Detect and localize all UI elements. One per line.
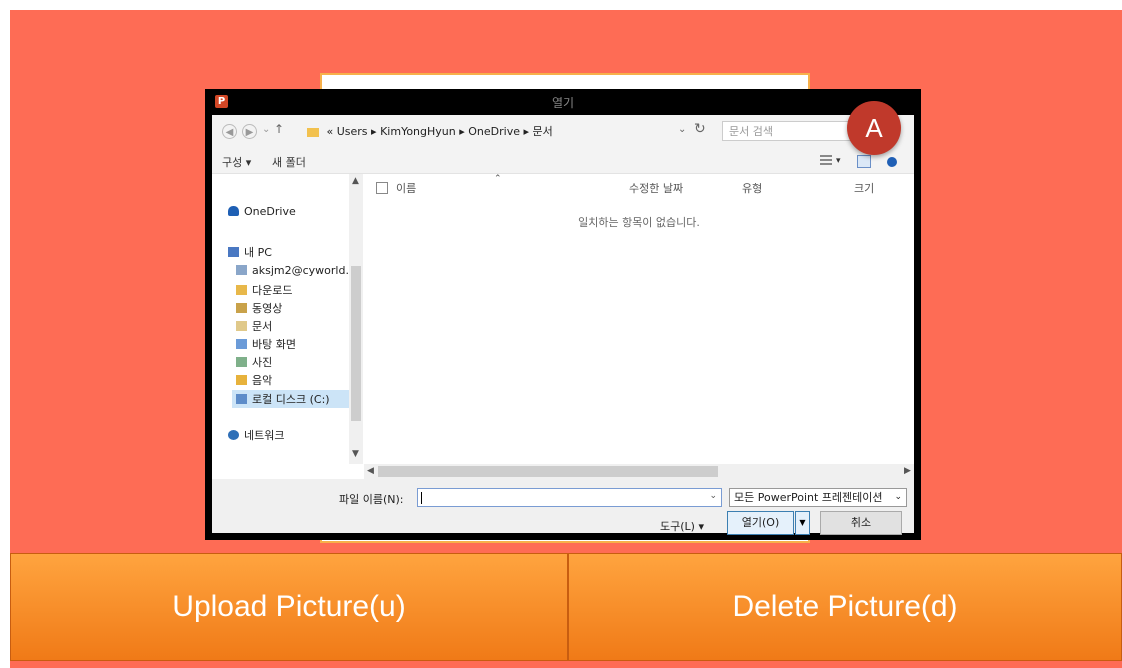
text-caret xyxy=(421,492,422,504)
nav-onedrive[interactable]: OneDrive xyxy=(228,205,296,218)
nav-network[interactable]: 네트워크 xyxy=(228,427,284,443)
file-list: 이름 ⌃ 수정한 날짜 유형 크기 일치하는 항목이 없습니다. xyxy=(364,174,914,464)
picture-folder-icon xyxy=(236,357,247,367)
address-segment[interactable]: OneDrive xyxy=(468,125,520,138)
nav-scrollbar[interactable]: ▲ ▼ xyxy=(349,174,363,464)
disk-icon xyxy=(236,394,247,404)
preview-pane-icon[interactable] xyxy=(857,155,871,168)
recent-chevron-icon[interactable]: ⌄ xyxy=(262,124,270,135)
nav-label: 로컬 디스크 (C:) xyxy=(252,393,330,406)
address-bar[interactable]: « Users ▸ KimYongHyun ▸ OneDrive ▸ 문서 xyxy=(307,123,717,141)
content-scrollbar[interactable]: ◀ ▶ xyxy=(364,464,914,479)
sort-indicator-icon: ⌃ xyxy=(494,174,502,184)
up-icon[interactable]: ↑ xyxy=(274,122,284,136)
nav-item-music[interactable]: 음악 xyxy=(236,372,272,388)
view-dropdown-icon[interactable]: ▾ xyxy=(836,156,841,166)
scroll-down-icon[interactable]: ▼ xyxy=(352,449,359,459)
nav-item-local-disk[interactable]: 로컬 디스크 (C:) xyxy=(232,390,354,408)
nav-label: 음악 xyxy=(252,374,273,387)
nav-label: 동영상 xyxy=(252,302,283,315)
address-row: ◀ ▶ ⌄ ↑ « Users ▸ KimYongHyun ▸ OneDrive… xyxy=(212,115,914,149)
document-folder-icon xyxy=(236,321,247,331)
computer-icon xyxy=(228,247,239,257)
nav-item-documents[interactable]: 문서 xyxy=(236,318,272,334)
filename-label: 파일 이름(N): xyxy=(339,493,404,506)
nav-item-account[interactable]: aksjm2@cyworld. xyxy=(236,264,349,277)
column-date[interactable]: 수정한 날짜 xyxy=(629,180,683,196)
nav-item-downloads[interactable]: 다운로드 xyxy=(236,282,292,298)
tools-menu[interactable]: 도구(L) ▾ xyxy=(660,518,704,534)
forward-icon[interactable]: ▶ xyxy=(242,124,257,139)
download-folder-icon xyxy=(236,285,247,295)
navigation-pane: OneDrive 내 PC aksjm2@cyworld. 다운로드 동영상 문… xyxy=(212,174,362,474)
address-segment[interactable]: 문서 xyxy=(533,125,553,138)
annotation-badge: A xyxy=(847,101,901,155)
dialog-titlebar: P 열기 xyxy=(205,89,921,115)
upload-picture-button[interactable]: Upload Picture(u) xyxy=(10,553,568,661)
address-segment[interactable]: KimYongHyun xyxy=(380,125,456,138)
file-type-value: 모든 PowerPoint 프레젠테이션 xyxy=(734,491,883,504)
filename-dropdown-icon[interactable]: ⌄ xyxy=(709,491,717,501)
nav-label: 문서 xyxy=(252,320,273,333)
folder-icon xyxy=(307,127,319,137)
address-dropdown-icon[interactable]: ⌄ xyxy=(678,124,686,135)
column-size[interactable]: 크기 xyxy=(854,180,874,196)
dialog-body: ◀ ▶ ⌄ ↑ « Users ▸ KimYongHyun ▸ OneDrive… xyxy=(212,115,914,535)
dialog-toolbar: 구성 ▾ 새 폴더 ▾ xyxy=(212,149,914,174)
cancel-button[interactable]: 취소 xyxy=(820,511,902,535)
cloud-icon xyxy=(228,206,239,216)
network-icon xyxy=(228,430,239,440)
view-options-icon[interactable] xyxy=(820,155,832,166)
nav-label: 네트워크 xyxy=(244,429,285,442)
delete-picture-button[interactable]: Delete Picture(d) xyxy=(568,553,1122,661)
file-type-dropdown-icon: ⌄ xyxy=(894,492,902,502)
nav-item-pictures[interactable]: 사진 xyxy=(236,354,272,370)
empty-message: 일치하는 항목이 없습니다. xyxy=(578,216,700,229)
address-segment[interactable]: Users xyxy=(337,125,368,138)
refresh-icon[interactable]: ↻ xyxy=(694,121,706,137)
nav-label: OneDrive xyxy=(244,205,296,218)
organize-button[interactable]: 구성 ▾ xyxy=(222,154,251,170)
content-scroll-thumb[interactable] xyxy=(378,466,718,477)
new-folder-button[interactable]: 새 폴더 xyxy=(272,154,306,170)
nav-scroll-thumb[interactable] xyxy=(351,266,361,421)
dialog-title: 열기 xyxy=(551,96,575,110)
nav-item-videos[interactable]: 동영상 xyxy=(236,300,282,316)
address-separator: ▸ xyxy=(371,125,377,138)
nav-label: 사진 xyxy=(252,356,273,369)
back-icon[interactable]: ◀ xyxy=(222,124,237,139)
select-all-checkbox[interactable] xyxy=(376,182,388,194)
nav-label: 다운로드 xyxy=(252,284,293,297)
nav-label: aksjm2@cyworld. xyxy=(252,264,349,277)
scroll-right-icon[interactable]: ▶ xyxy=(904,466,911,476)
address-separator: ▸ xyxy=(523,125,530,138)
nav-label: 내 PC xyxy=(244,246,272,259)
scroll-up-icon[interactable]: ▲ xyxy=(352,176,359,186)
nav-this-pc[interactable]: 내 PC xyxy=(228,244,272,260)
desktop-folder-icon xyxy=(236,339,247,349)
nav-label: 바탕 화면 xyxy=(252,338,296,351)
column-name[interactable]: 이름 xyxy=(396,180,416,196)
filename-input[interactable]: ⌄ xyxy=(417,488,722,507)
user-folder-icon xyxy=(236,265,247,275)
search-input[interactable]: 문서 검색 xyxy=(722,121,852,141)
help-icon[interactable] xyxy=(887,157,897,167)
scroll-left-icon[interactable]: ◀ xyxy=(367,466,374,476)
video-folder-icon xyxy=(236,303,247,313)
address-prefix: « xyxy=(326,125,334,138)
music-folder-icon xyxy=(236,375,247,385)
open-file-dialog: P 열기 ◀ ▶ ⌄ ↑ « Users ▸ KimYongHyun ▸ One… xyxy=(205,89,921,540)
address-separator: ▸ xyxy=(459,125,465,138)
dialog-footer: 파일 이름(N): ⌄ 모든 PowerPoint 프레젠테이션 ⌄ 도구(L)… xyxy=(212,479,914,535)
nav-item-desktop[interactable]: 바탕 화면 xyxy=(236,336,296,352)
column-type[interactable]: 유형 xyxy=(742,180,762,196)
open-button[interactable]: 열기(O) xyxy=(727,511,794,535)
file-type-select[interactable]: 모든 PowerPoint 프레젠테이션 ⌄ xyxy=(729,488,907,507)
open-dropdown-icon[interactable]: ▼ xyxy=(795,511,810,535)
